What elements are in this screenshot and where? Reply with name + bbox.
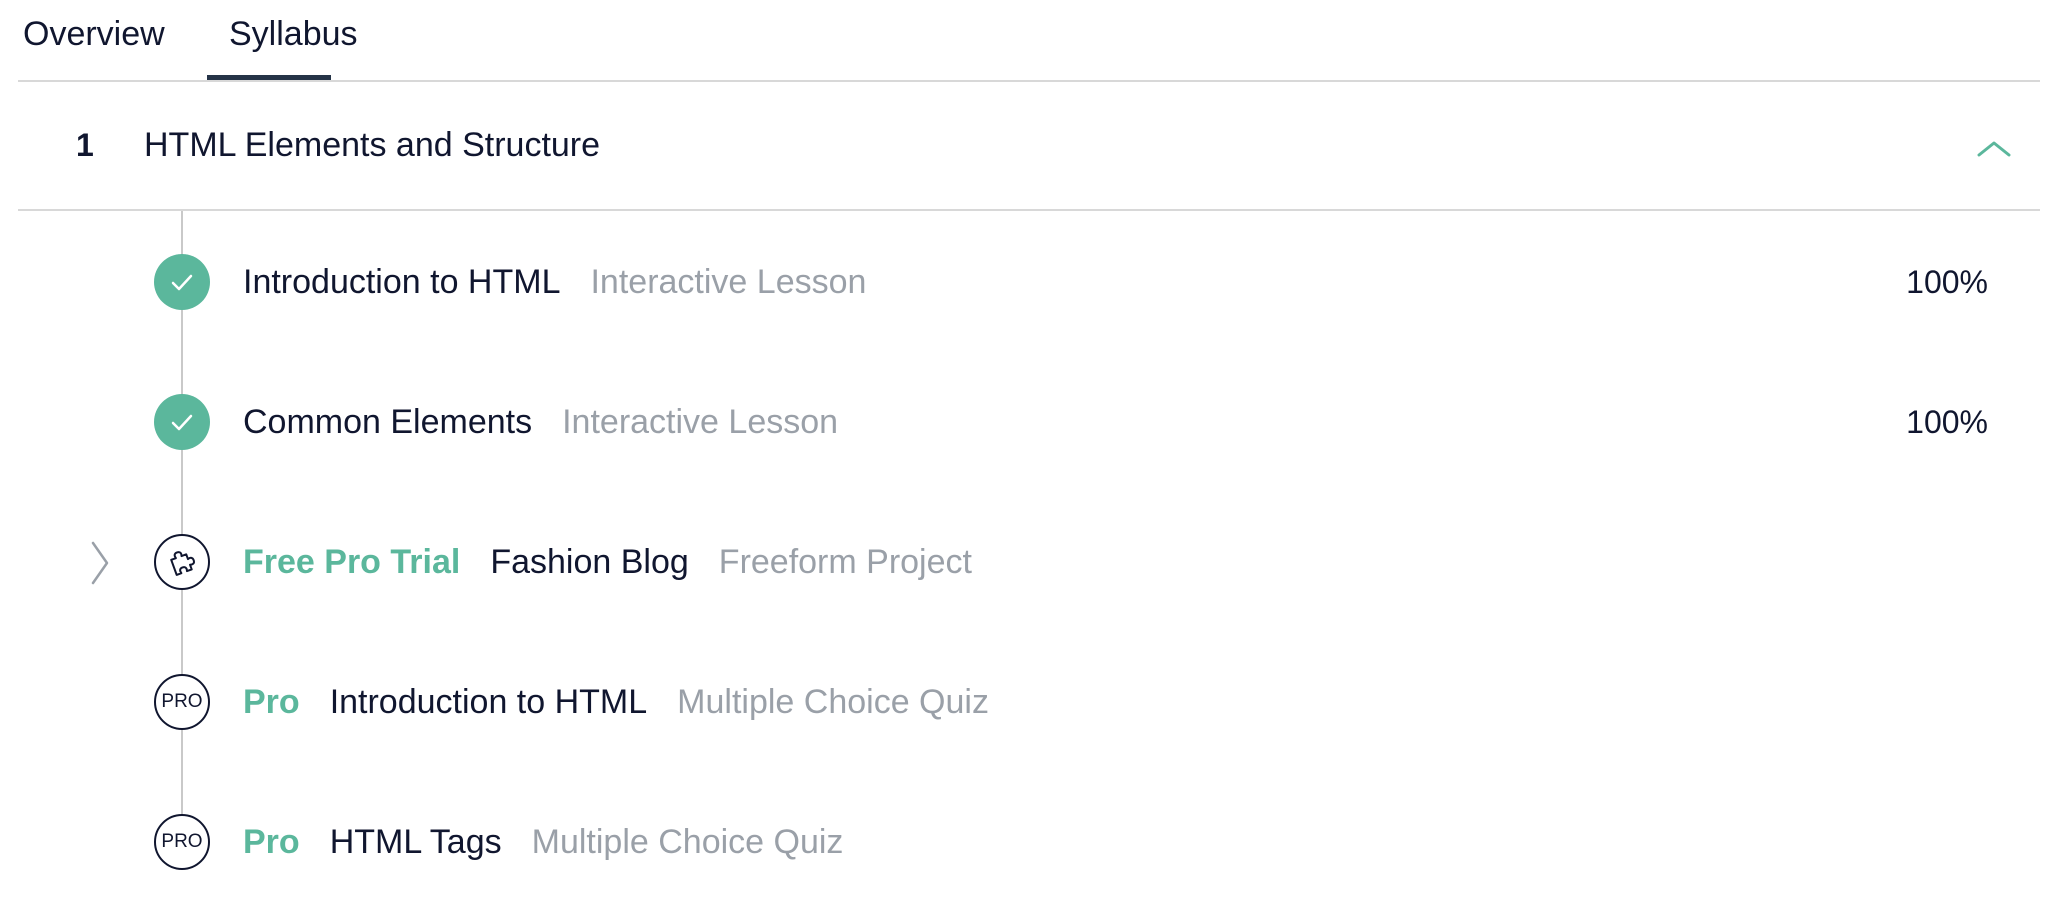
pro-tag: Pro: [243, 823, 300, 861]
free-pro-trial-tag[interactable]: Free Pro Trial: [243, 543, 460, 581]
tab-overview[interactable]: Overview: [23, 0, 165, 82]
check-icon: [154, 394, 210, 450]
item-type: Interactive Lesson: [562, 403, 839, 441]
item-text: Pro Introduction to HTML Multiple Choice Q…: [243, 632, 989, 772]
syllabus-item[interactable]: Free Pro Trial Fashion Blog Freeform Proje…: [0, 492, 2058, 632]
check-icon: [154, 254, 210, 310]
chevron-right-icon[interactable]: [88, 540, 112, 586]
item-progress: 100%: [1906, 404, 1988, 440]
module-divider: [18, 209, 2040, 211]
item-text: Free Pro Trial Fashion Blog Freeform Proje…: [243, 492, 972, 632]
pro-icon: PRO: [154, 674, 210, 730]
item-type: Multiple Choice Quiz: [531, 823, 844, 861]
item-name: Introduction to HTML: [243, 263, 561, 301]
item-type: Interactive Lesson: [590, 263, 867, 301]
module-number: 1: [76, 127, 94, 163]
chevron-up-icon[interactable]: [1976, 138, 2012, 158]
syllabus-item[interactable]: Common Elements Interactive Lesson 100%: [0, 352, 2058, 492]
item-name: Introduction to HTML: [329, 683, 648, 721]
pro-badge-label: PRO: [161, 831, 203, 852]
module-title: HTML Elements and Structure: [144, 126, 601, 164]
puzzle-icon: [154, 534, 210, 590]
item-name: HTML Tags: [329, 823, 502, 861]
item-type: Multiple Choice Quiz: [677, 683, 989, 721]
item-type: Freeform Project: [718, 543, 972, 581]
syllabus-item[interactable]: PRO Pro HTML Tags Multiple Choice Quiz: [0, 772, 2058, 912]
module-header[interactable]: 1 HTML Elements and Structure: [18, 82, 2040, 209]
item-text: Introduction to HTML Interactive Lesson: [243, 212, 866, 352]
item-text: Pro HTML Tags Multiple Choice Quiz: [243, 772, 843, 912]
tab-bar: Overview Syllabus: [18, 0, 2040, 82]
syllabus-item[interactable]: PRO Pro Introduction to HTML Multiple Choi…: [0, 632, 2058, 772]
pro-tag: Pro: [243, 683, 300, 721]
item-text: Common Elements Interactive Lesson: [243, 352, 838, 492]
pro-badge-label: PRO: [161, 691, 203, 712]
tab-syllabus[interactable]: Syllabus: [225, 0, 362, 82]
pro-icon: PRO: [154, 814, 210, 870]
item-name: Common Elements: [243, 403, 533, 441]
syllabus-item[interactable]: Introduction to HTML Interactive Lesson 1…: [0, 212, 2058, 352]
item-progress: 100%: [1906, 264, 1988, 300]
item-name: Fashion Blog: [490, 543, 689, 581]
